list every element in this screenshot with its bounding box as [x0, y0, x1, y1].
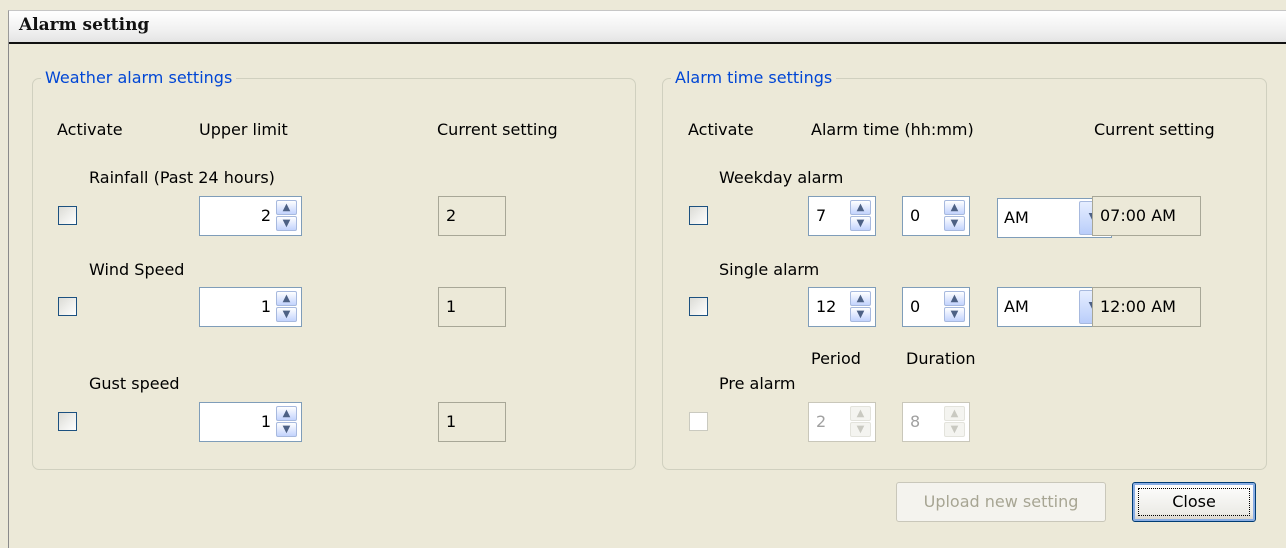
weekday-hour-stepper[interactable]: 7 ▲ ▼ [808, 196, 876, 236]
weather-activate-header: Activate [57, 120, 123, 139]
alarm-activate-header: Activate [688, 120, 754, 139]
up-arrow-icon[interactable]: ▲ [944, 200, 965, 215]
up-arrow-icon[interactable]: ▲ [944, 291, 965, 306]
single-alarm-activate-checkbox[interactable] [689, 297, 708, 316]
rainfall-upper-limit-stepper[interactable]: 2 ▲ ▼ [199, 196, 302, 236]
period-label: Period [811, 349, 861, 368]
wind-speed-activate-checkbox[interactable] [58, 297, 77, 316]
close-button[interactable]: Close [1132, 482, 1256, 522]
upper-limit-header: Upper limit [199, 120, 288, 139]
single-ampm-value: AM [1004, 297, 1029, 316]
close-button-label: Close [1172, 492, 1216, 511]
alarm-time-header: Alarm time (hh:mm) [811, 120, 974, 139]
down-arrow-icon[interactable]: ▼ [276, 307, 297, 322]
down-arrow-icon[interactable]: ▼ [944, 422, 965, 437]
up-arrow-icon[interactable]: ▲ [944, 406, 965, 421]
wind-speed-label: Wind Speed [89, 260, 185, 279]
pre-alarm-label: Pre alarm [719, 374, 796, 393]
window-title: Alarm setting [19, 15, 150, 35]
weekday-alarm-activate-checkbox[interactable] [689, 206, 708, 225]
down-arrow-icon[interactable]: ▼ [276, 422, 297, 437]
weekday-current-setting: 07:00 AM [1092, 196, 1201, 236]
up-arrow-icon[interactable]: ▲ [850, 291, 871, 306]
down-arrow-icon[interactable]: ▼ [850, 307, 871, 322]
window-left-border [8, 42, 9, 548]
down-arrow-icon[interactable]: ▼ [850, 216, 871, 231]
window-titlebar: Alarm setting [8, 10, 1286, 42]
alarm-time-legend: Alarm time settings [675, 68, 833, 87]
title-divider [8, 42, 1286, 44]
weather-alarm-legend: Weather alarm settings [45, 68, 233, 87]
rainfall-current-setting: 2 [438, 196, 506, 236]
weekday-ampm-value: AM [1004, 208, 1029, 227]
weekday-minute-stepper[interactable]: 0 ▲ ▼ [902, 196, 970, 236]
rainfall-label: Rainfall (Past 24 hours) [89, 168, 275, 187]
weekday-minute-value: 0 [910, 206, 921, 225]
weekday-alarm-label: Weekday alarm [719, 168, 844, 187]
single-minute-stepper[interactable]: 0 ▲ ▼ [902, 287, 970, 327]
upload-new-setting-button[interactable]: Upload new setting [896, 482, 1106, 522]
pre-alarm-period-value: 2 [816, 412, 827, 431]
down-arrow-icon[interactable]: ▼ [944, 307, 965, 322]
pre-alarm-activate-checkbox[interactable] [689, 412, 708, 431]
gust-speed-upper-limit-stepper[interactable]: 1 ▲ ▼ [199, 402, 302, 442]
pre-alarm-period-stepper[interactable]: 2 ▲ ▼ [808, 402, 876, 442]
gust-speed-label: Gust speed [89, 374, 180, 393]
down-arrow-icon[interactable]: ▼ [850, 422, 871, 437]
down-arrow-icon[interactable]: ▼ [944, 216, 965, 231]
pre-alarm-duration-stepper[interactable]: 8 ▲ ▼ [902, 402, 970, 442]
pre-alarm-duration-value: 8 [910, 412, 921, 431]
single-alarm-label: Single alarm [719, 260, 820, 279]
gust-speed-current-setting: 1 [438, 402, 506, 442]
wind-speed-upper-limit-stepper[interactable]: 1 ▲ ▼ [199, 287, 302, 327]
single-current-setting: 12:00 AM [1092, 287, 1201, 327]
single-hour-value: 12 [816, 297, 837, 316]
single-hour-stepper[interactable]: 12 ▲ ▼ [808, 287, 876, 327]
down-arrow-icon[interactable]: ▼ [276, 216, 297, 231]
rainfall-upper-limit-value: 2 [260, 206, 271, 225]
weekday-hour-value: 7 [816, 206, 827, 225]
up-arrow-icon[interactable]: ▲ [850, 406, 871, 421]
weather-current-header: Current setting [437, 120, 558, 139]
up-arrow-icon[interactable]: ▲ [850, 200, 871, 215]
wind-speed-upper-limit-value: 1 [260, 297, 271, 316]
alarm-current-header: Current setting [1094, 120, 1215, 139]
gust-speed-upper-limit-value: 1 [260, 412, 271, 431]
wind-speed-current-setting: 1 [438, 287, 506, 327]
rainfall-activate-checkbox[interactable] [58, 206, 77, 225]
up-arrow-icon[interactable]: ▲ [276, 291, 297, 306]
up-arrow-icon[interactable]: ▲ [276, 200, 297, 215]
duration-label: Duration [906, 349, 976, 368]
gust-speed-activate-checkbox[interactable] [58, 412, 77, 431]
single-minute-value: 0 [910, 297, 921, 316]
up-arrow-icon[interactable]: ▲ [276, 406, 297, 421]
